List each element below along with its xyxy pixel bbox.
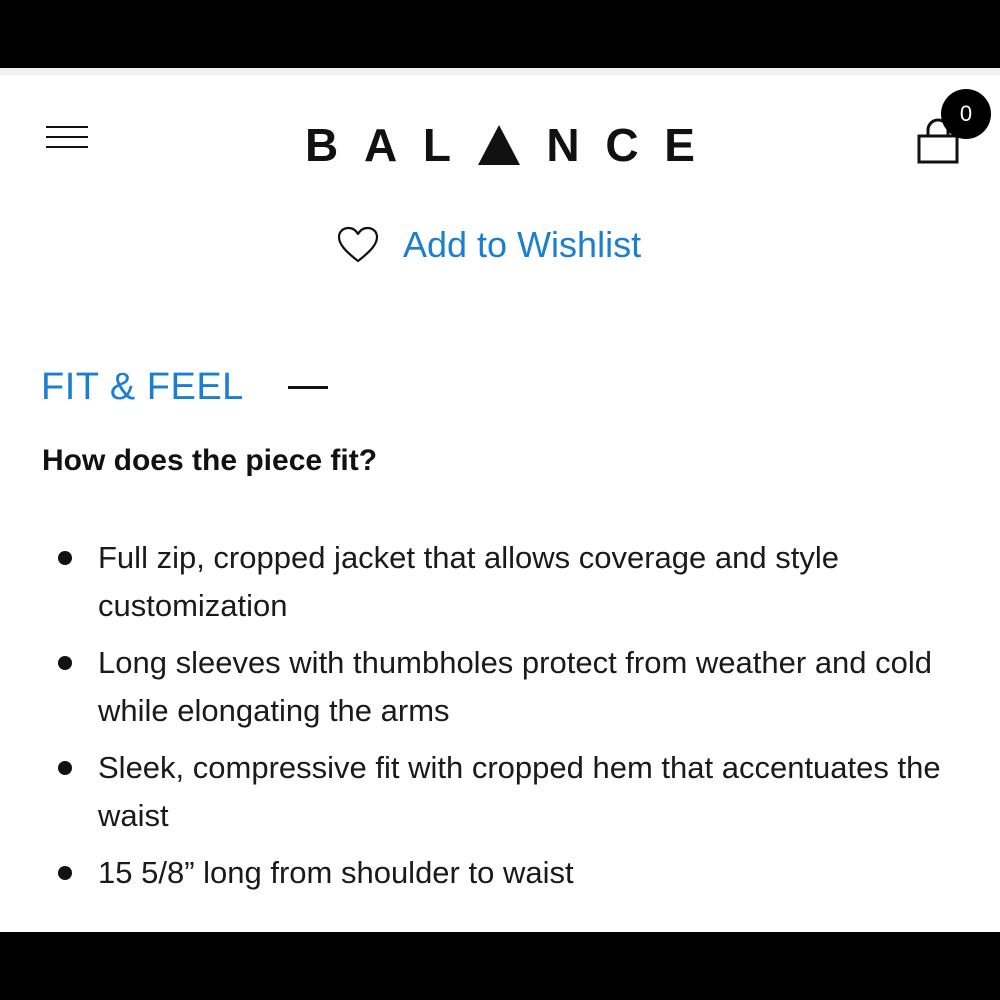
list-item-text: Sleek, compressive fit with cropped hem … xyxy=(98,750,941,833)
section-title: FIT & FEEL xyxy=(41,365,244,408)
brand-logo[interactable]: B A L N C E xyxy=(305,119,695,171)
bullet-icon xyxy=(58,656,72,670)
top-divider xyxy=(0,68,1000,75)
logo-letter: L xyxy=(422,119,451,171)
cart-count-badge[interactable]: 0 xyxy=(941,89,991,139)
list-item: Long sleeves with thumbholes protect fro… xyxy=(56,639,956,735)
list-item-text: Full zip, cropped jacket that allows cov… xyxy=(98,540,839,623)
bullet-icon xyxy=(58,761,72,775)
logo-letter: E xyxy=(664,119,695,171)
fit-question-heading: How does the piece fit? xyxy=(42,444,378,477)
fit-and-feel-toggle[interactable]: FIT & FEEL xyxy=(41,362,328,412)
list-item: 15 5/8” long from shoulder to waist xyxy=(56,849,956,897)
list-item: Sleek, compressive fit with cropped hem … xyxy=(56,744,956,840)
add-to-wishlist-button[interactable]: Add to Wishlist xyxy=(337,220,641,270)
list-item-text: Long sleeves with thumbholes protect fro… xyxy=(98,645,933,728)
logo-triangle-icon xyxy=(477,125,520,165)
list-item: Full zip, cropped jacket that allows cov… xyxy=(56,534,956,630)
fit-details-list: Full zip, cropped jacket that allows cov… xyxy=(56,534,956,906)
bullet-icon xyxy=(58,866,72,880)
hamburger-icon[interactable] xyxy=(46,126,88,150)
logo-letter: C xyxy=(605,119,639,171)
logo-letter: N xyxy=(546,119,580,171)
minus-icon[interactable] xyxy=(287,385,328,389)
product-page: B A L N C E 0 Add to Wishlist FIT & FEEL… xyxy=(0,68,1000,932)
list-item-text: 15 5/8” long from shoulder to waist xyxy=(98,855,574,890)
logo-letter: A xyxy=(363,119,398,171)
logo-letter: B xyxy=(305,119,339,171)
heart-icon xyxy=(337,226,379,263)
wishlist-label: Add to Wishlist xyxy=(403,224,642,265)
bullet-icon xyxy=(58,551,72,565)
